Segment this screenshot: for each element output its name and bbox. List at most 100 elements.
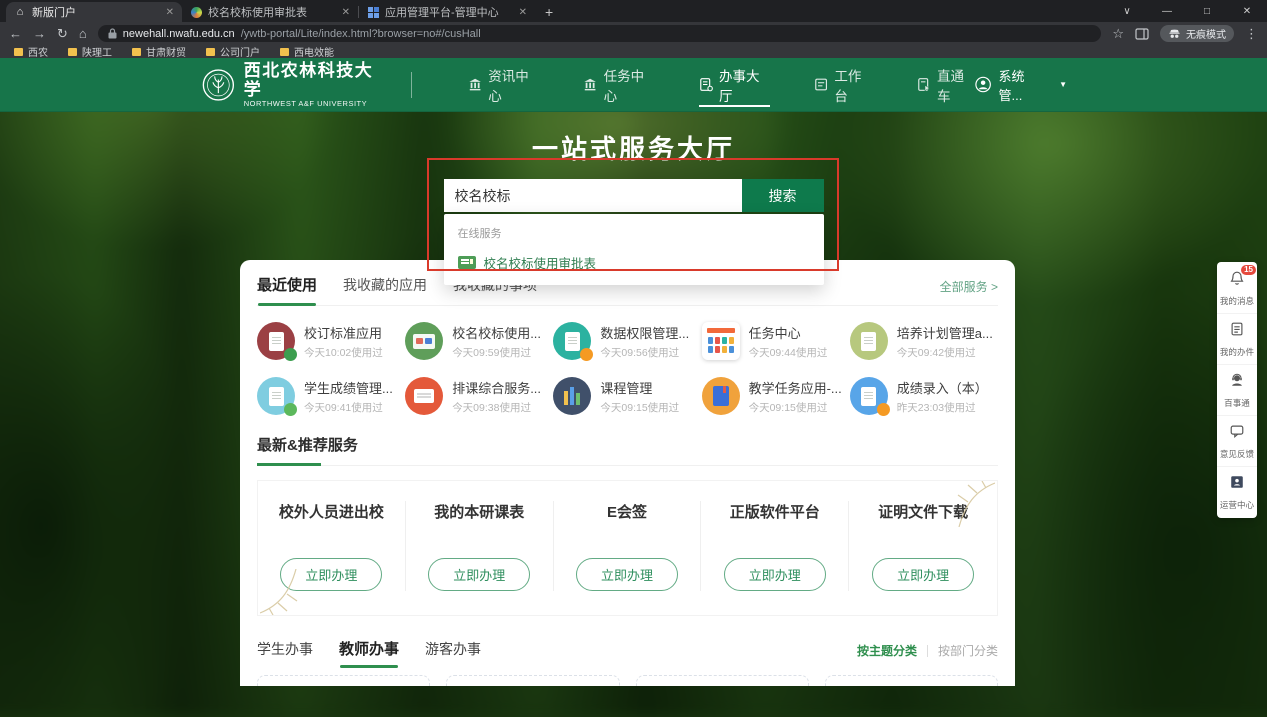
app-item[interactable]: 排课综合服务... 今天09:38使用过 xyxy=(405,374,553,418)
app-item[interactable]: 学生成绩管理... 今天09:41使用过 xyxy=(257,374,405,418)
app-icon-blackboard xyxy=(405,322,443,360)
search-area: 搜索 在线服务 校名校标使用审批表 xyxy=(444,179,824,212)
tab-student-services[interactable]: 学生办事 xyxy=(257,639,313,659)
folder-icon xyxy=(14,48,23,56)
nav-service-hall[interactable]: 办事大厅 xyxy=(699,58,770,112)
tab-visitor-services[interactable]: 游客办事 xyxy=(425,639,481,659)
tab-close-icon[interactable]: ✕ xyxy=(342,7,350,18)
service-title: 我的本研课表 xyxy=(406,501,553,522)
app-icon-grade-entry xyxy=(850,377,888,415)
user-menu[interactable]: 系统管... ▼ xyxy=(975,66,1067,104)
sidebar-item-feedback[interactable]: 意见反馈 xyxy=(1217,415,1257,466)
main-navigation: 资讯中心 任务中心 办事大厅 工作台 xyxy=(468,58,975,112)
browser-tab-approval-form[interactable]: 校名校标使用审批表 ✕ xyxy=(182,2,358,22)
handle-now-button[interactable]: 立即办理 xyxy=(872,558,974,591)
sort-by-topic-link[interactable]: 按主题分类 xyxy=(857,642,917,659)
app-item[interactable]: 课程管理 今天09:15使用过 xyxy=(553,374,701,418)
home-icon[interactable]: ⌂ xyxy=(79,27,87,40)
minimize-button[interactable]: — xyxy=(1147,0,1187,22)
sidebar-item-messages[interactable]: 15 我的消息 xyxy=(1217,263,1257,313)
tab-close-icon[interactable]: ✕ xyxy=(519,7,527,18)
new-tab-button[interactable]: + xyxy=(545,4,553,20)
nav-express[interactable]: 直通车 xyxy=(917,58,976,112)
recommended-section-header: 最新&推荐服务 xyxy=(257,434,998,466)
app-icon-whiteboard xyxy=(405,377,443,415)
bookmark-item[interactable]: 公司门户 xyxy=(206,44,260,59)
address-bar[interactable]: newehall.nwafu.edu.cn/ywtb-portal/Lite/i… xyxy=(98,25,1102,42)
app-item[interactable]: 培养计划管理a... 今天09:42使用过 xyxy=(850,319,998,363)
app-item[interactable]: 校订标准应用 今天10:02使用过 xyxy=(257,319,405,363)
board-icon xyxy=(814,77,828,92)
app-icon-document xyxy=(850,322,888,360)
handle-now-button[interactable]: 立即办理 xyxy=(576,558,678,591)
reload-icon[interactable]: ↻ xyxy=(57,27,68,40)
app-icon-textbook xyxy=(702,377,740,415)
sidebar-item-helpdesk[interactable]: 百事通 xyxy=(1217,364,1257,415)
bookmark-star-icon[interactable]: ☆ xyxy=(1112,27,1124,40)
sort-controls: 按主题分类 按部门分类 xyxy=(857,642,998,659)
user-avatar-icon xyxy=(975,76,991,93)
category-card[interactable]: 研 xyxy=(636,675,809,686)
app-item[interactable]: 数据权限管理... 今天09:56使用过 xyxy=(553,319,701,363)
side-panel-icon[interactable] xyxy=(1135,27,1149,41)
service-title: 正版软件平台 xyxy=(701,501,848,522)
sidebar-item-operations-center[interactable]: 运营中心 xyxy=(1217,466,1257,517)
app-icon-book xyxy=(257,322,295,360)
chevron-down-icon: ▼ xyxy=(1059,80,1067,89)
nav-task-center[interactable]: 任务中心 xyxy=(583,58,654,112)
tab-close-icon[interactable]: ✕ xyxy=(166,7,174,18)
app-item[interactable]: 校名校标使用... 今天09:59使用过 xyxy=(405,319,553,363)
search-input[interactable] xyxy=(444,179,742,212)
folder-icon xyxy=(132,48,141,56)
sidebar-item-my-tasks[interactable]: 我的办件 xyxy=(1217,313,1257,364)
bookmark-item[interactable]: 甘肃财贸 xyxy=(132,44,186,59)
bookmarks-bar: 西农 陕理工 甘肃财贸 公司门户 西电效能 xyxy=(0,45,1267,58)
site-header: 西北农林科技大学 NORTHWEST A&F UNIVERSITY 资讯中心 任… xyxy=(0,58,1267,112)
category-card[interactable] xyxy=(257,675,430,686)
menu-icon[interactable]: ⋮ xyxy=(1245,27,1258,40)
incognito-label: 无痕模式 xyxy=(1186,26,1226,41)
page-title: 一站式服务大厅 xyxy=(0,129,1267,166)
search-button[interactable]: 搜索 xyxy=(742,179,824,212)
handle-now-button[interactable]: 立即办理 xyxy=(428,558,530,591)
sort-by-department-link[interactable]: 按部门分类 xyxy=(938,642,998,659)
tab-favorite-apps[interactable]: 我收藏的应用 xyxy=(343,275,427,295)
sort-divider xyxy=(927,645,928,657)
university-logo[interactable]: 西北农林科技大学 NORTHWEST A&F UNIVERSITY xyxy=(202,61,412,109)
service-category-cards: 研 xyxy=(257,675,998,686)
category-card[interactable] xyxy=(825,675,998,686)
url-domain: newehall.nwafu.edu.cn xyxy=(123,28,235,40)
tab-recently-used[interactable]: 最近使用 xyxy=(257,274,317,295)
services-tabs: 学生办事 教师办事 游客办事 按主题分类 按部门分类 xyxy=(257,638,998,659)
bookmark-item[interactable]: 西电效能 xyxy=(280,44,334,59)
grid-favicon-icon xyxy=(367,6,379,18)
back-icon[interactable]: ← xyxy=(9,27,22,40)
nav-news-center[interactable]: 资讯中心 xyxy=(468,58,539,112)
app-item[interactable]: 教学任务应用-... 今天09:15使用过 xyxy=(702,374,850,418)
tab-title: 新版门户 xyxy=(32,4,160,20)
nav-workbench[interactable]: 工作台 xyxy=(814,58,873,112)
category-card[interactable] xyxy=(446,675,619,686)
browser-tab-admin-center[interactable]: 应用管理平台-管理中心 ✕ xyxy=(359,2,535,22)
forward-icon[interactable]: → xyxy=(33,27,46,40)
folder-icon xyxy=(280,48,289,56)
service-title: 校外人员进出校 xyxy=(258,501,405,522)
browser-tab-portal[interactable]: ⌂ 新版门户 ✕ xyxy=(6,2,182,22)
all-services-link[interactable]: 全部服务 > xyxy=(940,278,998,295)
bookmark-item[interactable]: 陕理工 xyxy=(68,44,112,59)
window-controls: ∨ — □ ✕ xyxy=(1107,0,1267,22)
restore-button[interactable]: □ xyxy=(1187,0,1227,22)
app-icon-calendar xyxy=(702,322,740,360)
bookmark-item[interactable]: 西农 xyxy=(14,44,48,59)
handle-now-button[interactable]: 立即办理 xyxy=(724,558,826,591)
document-arrow-icon xyxy=(917,77,931,92)
bank-icon xyxy=(468,77,482,92)
suggestion-item[interactable]: 校名校标使用审批表 xyxy=(444,250,824,275)
close-button[interactable]: ✕ xyxy=(1227,0,1267,22)
message-count-badge: 15 xyxy=(1241,265,1256,275)
app-item[interactable]: 成绩录入（本） 昨天23:03使用过 xyxy=(850,374,998,418)
tab-search-icon[interactable]: ∨ xyxy=(1107,0,1147,22)
tab-teacher-services[interactable]: 教师办事 xyxy=(339,638,399,659)
app-item[interactable]: 任务中心 今天09:44使用过 xyxy=(702,319,850,363)
document-icon xyxy=(1229,321,1245,337)
